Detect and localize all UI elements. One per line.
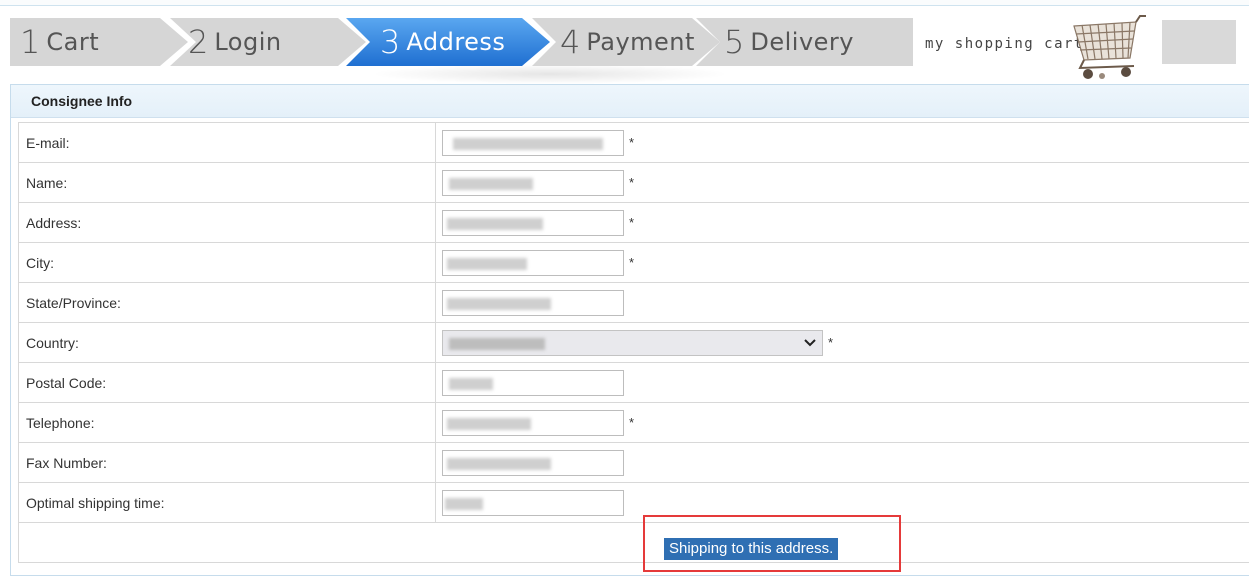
step-number: 3 (380, 23, 401, 61)
postal-label: Postal Code: (18, 362, 436, 403)
shipping-time-field[interactable] (442, 489, 624, 516)
required-marker: * (629, 255, 635, 270)
name-label: Name: (18, 162, 436, 203)
consignee-form: E-mail: * Name: * Address: * City: * Sta… (18, 122, 1249, 563)
form-row-email: E-mail: * (18, 122, 1249, 163)
email-label: E-mail: (18, 122, 436, 163)
form-row-fax: Fax Number: (18, 442, 1249, 483)
form-row-actions (18, 522, 1249, 563)
step-label: Cart (46, 28, 100, 56)
telephone-label: Telephone: (18, 402, 436, 443)
step-label: Address (406, 28, 506, 56)
required-marker: * (629, 415, 635, 430)
required-marker: * (629, 215, 635, 230)
step-delivery[interactable]: 5 Delivery (696, 18, 913, 66)
form-row-country: Country: * (18, 322, 1249, 363)
highlight-box (643, 515, 901, 572)
address-field[interactable] (442, 209, 624, 236)
step-label: Payment (586, 28, 695, 56)
required-marker: * (629, 175, 635, 190)
city-label: City: (18, 242, 436, 283)
required-marker: * (828, 335, 834, 350)
state-field[interactable] (442, 289, 624, 316)
chevron-down-icon (804, 338, 816, 346)
form-row-state: State/Province: (18, 282, 1249, 323)
step-shadow (370, 64, 730, 84)
address-label: Address: (18, 202, 436, 243)
step-number: 4 (560, 23, 581, 61)
form-row-telephone: Telephone: * (18, 402, 1249, 443)
step-number: 2 (188, 23, 209, 61)
country-label: Country: (18, 322, 436, 363)
fax-field[interactable] (442, 449, 624, 476)
form-row-shipping-time: Optimal shipping time: (18, 482, 1249, 523)
name-field[interactable] (442, 169, 624, 196)
step-login[interactable]: 2 Login (170, 18, 370, 66)
form-row-address: Address: * (18, 202, 1249, 243)
shipping-time-label: Optimal shipping time: (18, 482, 436, 523)
fax-label: Fax Number: (18, 442, 436, 483)
step-label: Delivery (750, 28, 854, 56)
step-label: Login (214, 28, 282, 56)
panel-title: Consignee Info (11, 85, 1249, 118)
checkout-steps: 1 Cart 2 Login 3 Address 4 Payment 5 Del… (10, 18, 913, 84)
step-address[interactable]: 3 Address (346, 18, 552, 66)
email-field[interactable] (442, 129, 624, 156)
telephone-field[interactable] (442, 409, 624, 436)
step-number: 1 (20, 23, 41, 61)
cart-label: my shopping cart (925, 36, 1084, 52)
form-row-name: Name: * (18, 162, 1249, 203)
step-cart[interactable]: 1 Cart (10, 18, 190, 66)
top-border (0, 0, 1249, 6)
required-marker: * (629, 135, 635, 150)
form-row-postal: Postal Code: (18, 362, 1249, 403)
state-label: State/Province: (18, 282, 436, 323)
header-placeholder (1162, 20, 1236, 64)
shopping-cart-icon[interactable] (1068, 12, 1148, 84)
step-number: 5 (724, 23, 745, 61)
postal-code-field[interactable] (442, 369, 624, 396)
step-payment[interactable]: 4 Payment (532, 18, 722, 66)
form-row-city: City: * (18, 242, 1249, 283)
country-select[interactable] (442, 329, 823, 356)
city-field[interactable] (442, 249, 624, 276)
